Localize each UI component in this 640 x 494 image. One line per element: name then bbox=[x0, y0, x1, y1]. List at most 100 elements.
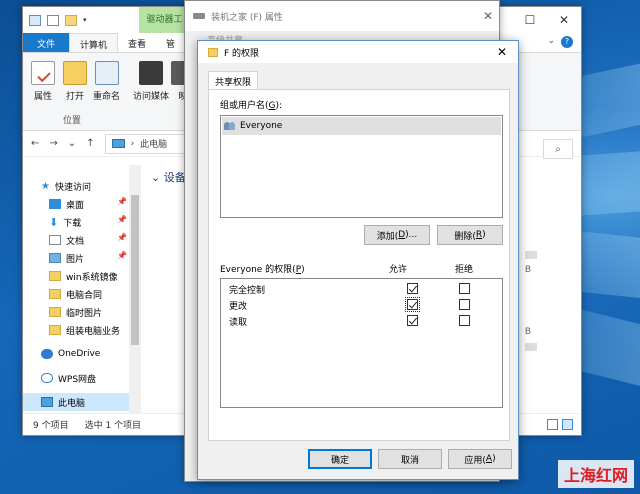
cancel-button[interactable]: 取消 bbox=[378, 449, 442, 469]
nav-onedrive[interactable]: OneDrive bbox=[41, 345, 100, 363]
nav-item-downloads[interactable]: ⬇ 下载 bbox=[49, 213, 81, 231]
allow-checkbox-change[interactable] bbox=[405, 297, 420, 312]
button-text: ) bbox=[482, 230, 486, 240]
allow-checkbox-full-control[interactable] bbox=[407, 283, 418, 294]
users-listbox[interactable]: Everyone bbox=[220, 115, 503, 218]
help-icon[interactable]: ? bbox=[561, 36, 573, 48]
maximize-icon[interactable]: ☐ bbox=[513, 7, 547, 33]
tab-file[interactable]: 文件 bbox=[23, 33, 70, 52]
nav-item-documents[interactable]: 文档 bbox=[49, 231, 84, 249]
selection-count: 选中 1 个项目 bbox=[84, 421, 142, 431]
details-view-icon[interactable] bbox=[547, 419, 558, 430]
label-text: ): bbox=[275, 101, 283, 111]
nav-item-folder[interactable]: win系统镜像 bbox=[49, 267, 118, 285]
nav-label: WPS网盘 bbox=[58, 374, 97, 385]
deny-checkbox-read[interactable] bbox=[459, 315, 470, 326]
user-name: Everyone bbox=[240, 121, 283, 131]
pin-icon[interactable]: 📌 bbox=[117, 197, 127, 206]
up-icon[interactable]: ↑ bbox=[86, 138, 94, 149]
drive-usage-bar bbox=[525, 343, 537, 351]
deny-checkbox-change[interactable] bbox=[459, 299, 470, 310]
tab-view[interactable]: 查看 bbox=[118, 33, 156, 52]
pin-icon[interactable]: 📌 bbox=[117, 233, 127, 242]
allow-column-header: 允许 bbox=[389, 265, 408, 275]
users-group-icon bbox=[224, 121, 236, 131]
back-icon[interactable]: ← bbox=[31, 138, 39, 149]
open-icon bbox=[63, 61, 87, 85]
permission-row: 完全控制 bbox=[221, 281, 502, 297]
rename-icon bbox=[94, 61, 119, 85]
tab-share-permissions[interactable]: 共享权限 bbox=[208, 71, 259, 91]
nav-item-folder[interactable]: 电脑合同 bbox=[49, 285, 102, 303]
pin-icon[interactable]: 📌 bbox=[117, 215, 127, 224]
search-icon[interactable]: ⌕ bbox=[543, 139, 573, 159]
permission-name: 读取 bbox=[229, 318, 248, 328]
add-button[interactable]: 添加(D)... bbox=[364, 225, 430, 245]
breadcrumb[interactable]: 此电脑 bbox=[140, 137, 167, 150]
pin-icon[interactable]: 📌 bbox=[117, 251, 127, 260]
access-media-button[interactable]: 访问媒体 bbox=[133, 61, 169, 102]
deny-column-header: 拒绝 bbox=[455, 265, 474, 275]
nav-item-folder[interactable]: 临时图片 bbox=[49, 303, 102, 321]
nav-label: 电脑合同 bbox=[66, 290, 103, 301]
nav-label: win系统镜像 bbox=[66, 272, 118, 283]
scroll-thumb[interactable] bbox=[131, 195, 139, 345]
nav-item-pictures[interactable]: 图片 bbox=[49, 249, 84, 267]
drive-usage-bar bbox=[525, 251, 537, 259]
close-icon[interactable]: ✕ bbox=[483, 9, 493, 23]
nav-item-desktop[interactable]: 桌面 bbox=[49, 195, 84, 213]
quick-access-toolbar: ▾ bbox=[29, 14, 87, 26]
forward-icon[interactable]: → bbox=[49, 138, 57, 149]
permission-name: 更改 bbox=[229, 302, 248, 312]
button-text: 应用( bbox=[464, 455, 486, 466]
properties-label: 属性 bbox=[33, 92, 52, 102]
nav-this-pc[interactable]: 此电脑 bbox=[23, 393, 129, 411]
document-icon bbox=[49, 235, 61, 245]
rename-button[interactable]: 重命名 bbox=[93, 61, 120, 102]
new-folder-quick-icon[interactable] bbox=[65, 14, 77, 26]
properties-titlebar: 装机之家 (F) 属性 bbox=[185, 1, 499, 31]
ribbon-group-location: 位置 bbox=[63, 116, 82, 126]
watermark-logo: 上海红网 bbox=[557, 460, 634, 488]
list-item[interactable]: Everyone bbox=[222, 117, 501, 135]
nav-label: 临时图片 bbox=[66, 308, 103, 319]
folder-icon bbox=[208, 47, 218, 57]
nav-quick-access[interactable]: ★ 快速访问 bbox=[41, 177, 91, 195]
nav-wps[interactable]: WPS网盘 bbox=[41, 369, 96, 387]
tab-manage[interactable]: 管 bbox=[156, 33, 185, 52]
remove-button[interactable]: 删除(R) bbox=[437, 225, 503, 245]
permissions-dialog: F 的权限 ✕ 共享权限 组或用户名(G): Everyone 添加(D)...… bbox=[197, 40, 519, 480]
item-count: 9 个项目 bbox=[33, 421, 69, 431]
access-media-label: 访问媒体 bbox=[133, 92, 170, 102]
apply-button[interactable]: 应用(A) bbox=[448, 449, 512, 469]
permission-row: 读取 bbox=[221, 313, 502, 329]
drive-tools-context-tab[interactable]: 驱动器工 bbox=[138, 7, 191, 33]
large-icons-view-icon[interactable] bbox=[562, 419, 573, 430]
close-icon[interactable]: ✕ bbox=[492, 43, 512, 61]
open-button[interactable]: 打开 bbox=[63, 61, 87, 102]
permissions-for-label: Everyone 的权限(P) bbox=[220, 262, 305, 275]
nav-label: 快速访问 bbox=[54, 182, 91, 193]
chevron-down-icon[interactable]: ⌄ bbox=[547, 36, 555, 46]
tab-computer[interactable]: 计算机 bbox=[69, 33, 119, 52]
pictures-icon bbox=[49, 253, 61, 263]
media-icon bbox=[139, 61, 163, 85]
properties-title: 装机之家 (F) 属性 bbox=[211, 12, 283, 23]
nav-item-folder[interactable]: 组装电脑业务 bbox=[49, 321, 120, 339]
open-label: 打开 bbox=[65, 92, 84, 102]
nav-scrollbar[interactable] bbox=[129, 165, 141, 413]
navigation-pane: ★ 快速访问 桌面 📌 ⬇ 下载 📌 文档 📌 图片 📌 win系统镜像 电脑合… bbox=[23, 165, 141, 413]
nav-label: 文档 bbox=[66, 236, 85, 247]
deny-checkbox-full-control[interactable] bbox=[459, 283, 470, 294]
dialog-title: F 的权限 bbox=[224, 48, 260, 59]
ok-button[interactable]: 确定 bbox=[308, 449, 372, 469]
recent-locations-icon[interactable]: ⌄ bbox=[68, 138, 76, 149]
folder-icon bbox=[49, 307, 61, 317]
close-icon[interactable]: ✕ bbox=[547, 7, 581, 33]
customize-toolbar-icon[interactable]: ▾ bbox=[83, 16, 87, 24]
properties-quick-icon[interactable] bbox=[47, 14, 59, 26]
access-key: D bbox=[398, 230, 406, 240]
folder-icon bbox=[49, 325, 61, 335]
properties-button[interactable]: 属性 bbox=[31, 61, 55, 102]
allow-checkbox-read[interactable] bbox=[407, 315, 418, 326]
